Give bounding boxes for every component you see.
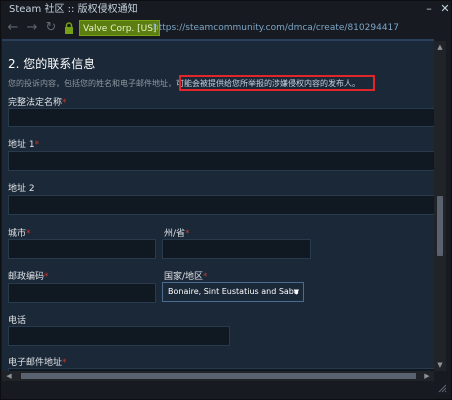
refresh-icon[interactable]: ↻ [43,20,59,36]
section-heading: 2. 您的联系信息 [8,57,96,71]
full-name-input[interactable] [8,108,434,127]
address2-label: 地址 2 [8,184,35,194]
red-highlight-box [179,75,375,91]
address1-label: 地址 1* [8,140,40,150]
city-label: 城市* [8,229,31,239]
postal-code-label: 邮政编码* [8,272,49,282]
postal-code-input[interactable] [8,283,156,303]
state-input[interactable] [162,239,311,259]
scroll-right-icon[interactable]: ▶ [422,371,432,381]
country-label: 国家/地区* [164,272,208,282]
address2-input[interactable] [8,195,434,215]
horizontal-scroll-thumb[interactable] [21,373,416,379]
chevron-down-icon: ▼ [293,288,299,296]
close-button[interactable]: ✕ [437,1,451,17]
phone-label: 电话 [8,316,27,326]
resize-grip-icon[interactable] [437,383,447,393]
minimize-button[interactable]: – [421,1,437,17]
address1-input[interactable] [8,151,434,171]
back-arrow-icon[interactable]: ← [5,20,21,36]
scroll-left-icon[interactable]: ◀ [4,371,14,381]
scroll-down-icon[interactable]: ▼ [435,360,445,370]
navigation-bar: ← → ↻ Valve Corp. [US] https://steamcomm… [1,19,451,39]
window-title: Steam 社区 :: 版权侵权通知 [9,4,138,15]
forward-arrow-icon[interactable]: → [24,20,40,36]
country-select-value: Bonaire, Sint Eustatius and Saba [168,287,299,296]
city-input[interactable] [8,239,156,259]
page-content: 2. 您的联系信息 您的投诉内容，包括您的姓名和电子邮件地址，可能会被提供给您所… [2,41,434,371]
description-text: 您的投诉内容，包括您的姓名和电子邮件地址， [8,79,176,88]
address-url[interactable]: https://steamcommunity.com/dmca/create/8… [153,21,399,35]
vertical-scroll-thumb[interactable] [437,196,443,256]
certificate-badge[interactable]: Valve Corp. [US] [79,20,161,36]
full-name-label: 完整法定名称* [8,98,67,108]
scroll-up-icon[interactable]: ▲ [435,42,445,52]
phone-input[interactable] [8,326,230,346]
state-label: 州/省* [164,229,190,239]
email-label: 电子邮件地址* [8,358,67,368]
title-bar: Steam 社区 :: 版权侵权通知 – ✕ [1,1,451,19]
country-select[interactable]: Bonaire, Sint Eustatius and Saba ▼ [162,282,304,302]
lock-icon [65,22,73,34]
browser-window: Steam 社区 :: 版权侵权通知 – ✕ ← → ↻ Valve Corp.… [0,0,452,400]
